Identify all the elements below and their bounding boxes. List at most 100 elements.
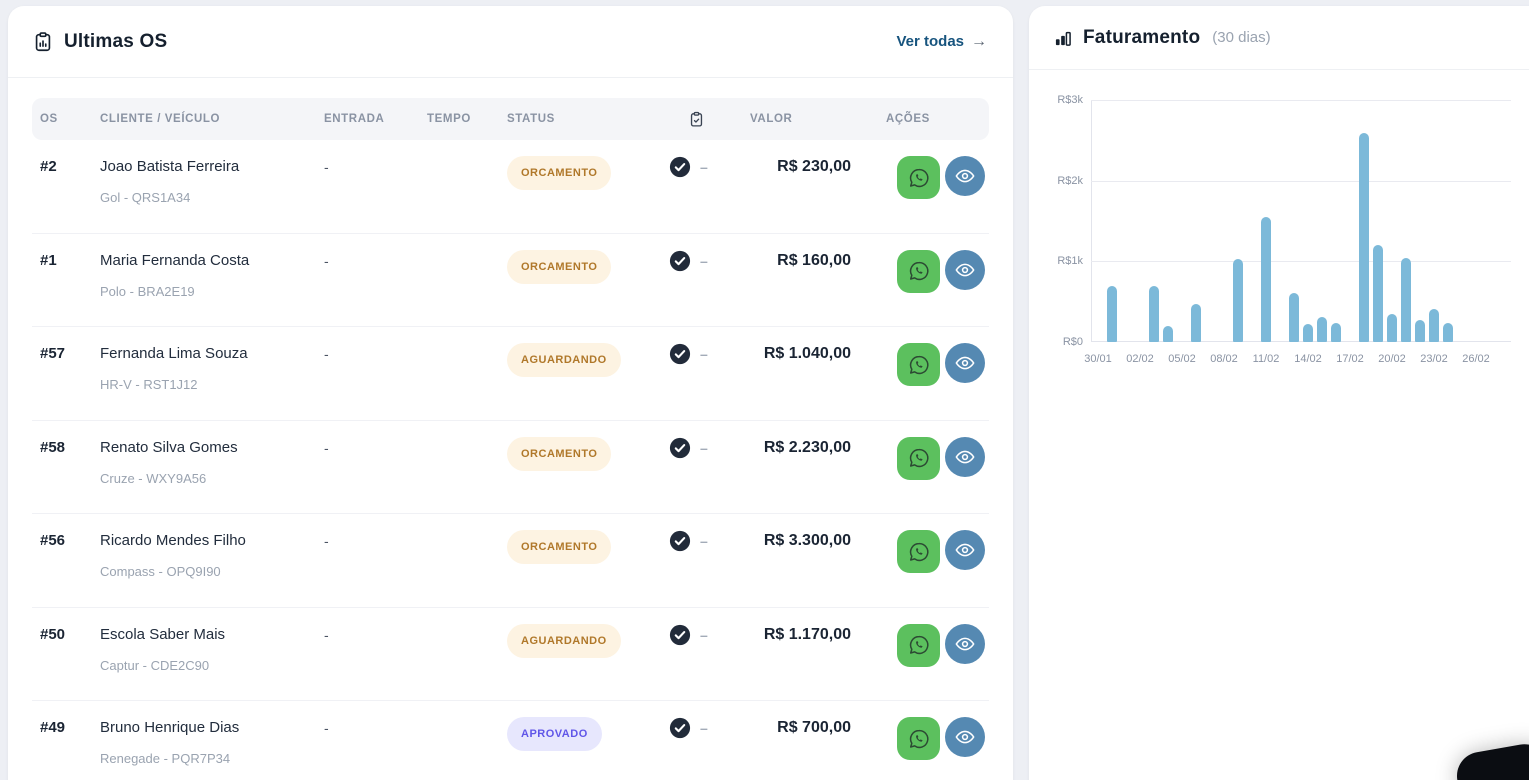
chart-bar[interactable] xyxy=(1415,320,1425,342)
col-valor: VALOR xyxy=(732,113,882,125)
checklist-cell: – xyxy=(660,624,732,646)
view-button[interactable] xyxy=(945,250,985,290)
chart-bar[interactable] xyxy=(1317,317,1327,342)
bar-chart-icon xyxy=(1053,28,1073,48)
x-axis-tick: 05/02 xyxy=(1158,352,1206,366)
actions-cell xyxy=(882,530,989,573)
entrada-value: - xyxy=(324,530,427,552)
x-axis-tick: 23/02 xyxy=(1410,352,1458,366)
chart-bar[interactable] xyxy=(1191,304,1201,342)
orders-table-header: OS CLIENTE / VEÍCULO ENTRADA TEMPO STATU… xyxy=(32,98,989,140)
chart-gridline xyxy=(1091,181,1511,182)
chart-bar[interactable] xyxy=(1373,245,1383,342)
view-button[interactable] xyxy=(945,156,985,196)
view-button[interactable] xyxy=(945,530,985,570)
status-badge: ORCAMENTO xyxy=(507,437,611,471)
check-circle-icon xyxy=(669,156,691,178)
check-dash: – xyxy=(700,250,708,272)
revenue-title: Faturamento xyxy=(1083,27,1200,49)
order-row: #50 Escola Saber Mais Captur - CDE2C90 -… xyxy=(32,608,989,702)
chart-bar[interactable] xyxy=(1443,323,1453,342)
dashboard-page: Ultimas OS Ver todas → OS CLIENTE / VEÍC… xyxy=(0,0,1529,780)
chart-bar[interactable] xyxy=(1261,217,1271,342)
order-value: R$ 1.170,00 xyxy=(732,624,882,646)
chart-bar[interactable] xyxy=(1303,324,1313,342)
x-axis-tick: 08/02 xyxy=(1200,352,1248,366)
orders-rows: #2 Joao Batista Ferreira Gol - QRS1A34 -… xyxy=(32,140,989,780)
order-number: #2 xyxy=(32,156,100,178)
view-button[interactable] xyxy=(945,437,985,477)
view-all-link[interactable]: Ver todas → xyxy=(896,33,987,51)
whatsapp-button[interactable] xyxy=(897,437,940,480)
chart-bar[interactable] xyxy=(1331,323,1341,342)
order-value: R$ 700,00 xyxy=(732,717,882,739)
entrada-value: - xyxy=(324,624,427,646)
checklist-cell: – xyxy=(660,343,732,365)
status-badge: APROVADO xyxy=(507,717,602,751)
checklist-cell: – xyxy=(660,437,732,459)
vehicle-plate: HR-V - RST1J12 xyxy=(100,374,324,396)
whatsapp-button[interactable] xyxy=(897,624,940,667)
orders-title: Ultimas OS xyxy=(64,31,167,53)
chart-bar[interactable] xyxy=(1387,314,1397,342)
col-checklist xyxy=(660,110,732,129)
actions-cell xyxy=(882,624,989,667)
check-circle-icon xyxy=(669,250,691,272)
entrada-value: - xyxy=(324,437,427,459)
status-cell: APROVADO xyxy=(507,717,660,751)
client-name: Joao Batista Ferreira xyxy=(100,156,324,178)
status-cell: ORCAMENTO xyxy=(507,530,660,564)
client-vehicle-cell: Fernanda Lima Souza HR-V - RST1J12 xyxy=(100,343,324,396)
check-circle-icon xyxy=(669,717,691,739)
check-dash: – xyxy=(700,343,708,365)
chart-gridline xyxy=(1091,100,1511,101)
chart-gridline xyxy=(1091,261,1511,262)
actions-cell xyxy=(882,156,989,199)
client-name: Ricardo Mendes Filho xyxy=(100,530,324,552)
view-button[interactable] xyxy=(945,343,985,383)
chart-bar[interactable] xyxy=(1233,259,1243,342)
order-row: #1 Maria Fernanda Costa Polo - BRA2E19 -… xyxy=(32,234,989,328)
y-axis-tick: R$3k xyxy=(1045,93,1083,107)
client-vehicle-cell: Renato Silva Gomes Cruze - WXY9A56 xyxy=(100,437,324,490)
actions-cell xyxy=(882,717,989,760)
clipboard-chart-icon xyxy=(32,31,54,53)
entrada-value: - xyxy=(324,156,427,178)
whatsapp-button[interactable] xyxy=(897,343,940,386)
client-name: Renato Silva Gomes xyxy=(100,437,324,459)
order-value: R$ 3.300,00 xyxy=(732,530,882,552)
client-vehicle-cell: Bruno Henrique Dias Renegade - PQR7P34 xyxy=(100,717,324,770)
check-dash: – xyxy=(700,437,708,459)
order-number: #49 xyxy=(32,717,100,739)
chart-bar[interactable] xyxy=(1359,133,1369,342)
chart-bar[interactable] xyxy=(1149,286,1159,342)
view-button[interactable] xyxy=(945,717,985,757)
x-axis-tick: 14/02 xyxy=(1284,352,1332,366)
check-dash: – xyxy=(700,624,708,646)
client-name: Fernanda Lima Souza xyxy=(100,343,324,365)
whatsapp-button[interactable] xyxy=(897,717,940,760)
order-value: R$ 230,00 xyxy=(732,156,882,178)
revenue-header: Faturamento (30 dias) xyxy=(1029,6,1529,70)
status-badge: ORCAMENTO xyxy=(507,530,611,564)
vehicle-plate: Captur - CDE2C90 xyxy=(100,655,324,677)
chart-bar[interactable] xyxy=(1429,309,1439,342)
status-cell: ORCAMENTO xyxy=(507,156,660,190)
chart-bar[interactable] xyxy=(1107,286,1117,342)
chart-bar[interactable] xyxy=(1401,258,1411,342)
whatsapp-button[interactable] xyxy=(897,250,940,293)
view-button[interactable] xyxy=(945,624,985,664)
x-axis-tick: 11/02 xyxy=(1242,352,1290,366)
col-acoes: AÇÕES xyxy=(882,113,989,125)
actions-cell xyxy=(882,343,989,386)
vehicle-plate: Gol - QRS1A34 xyxy=(100,187,324,209)
chart-bar[interactable] xyxy=(1163,326,1173,342)
whatsapp-button[interactable] xyxy=(897,530,940,573)
status-badge: AGUARDANDO xyxy=(507,624,621,658)
whatsapp-button[interactable] xyxy=(897,156,940,199)
chart-bar[interactable] xyxy=(1289,293,1299,342)
actions-cell xyxy=(882,437,989,480)
order-value: R$ 1.040,00 xyxy=(732,343,882,365)
client-name: Bruno Henrique Dias xyxy=(100,717,324,739)
checklist-cell: – xyxy=(660,250,732,272)
